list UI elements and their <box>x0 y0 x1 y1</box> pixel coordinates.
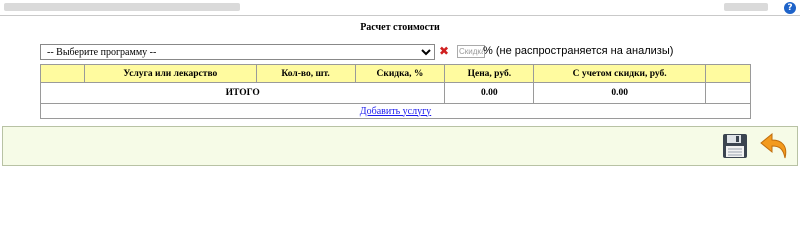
total-row: ИТОГО 0.00 0.00 <box>39 82 751 104</box>
remove-icon[interactable]: ✖ <box>439 44 449 58</box>
services-table: Услуга или лекарство Кол-во, шт. Скидка,… <box>39 64 751 119</box>
header-service: Услуга или лекарство <box>83 64 257 83</box>
total-label: ИТОГО <box>39 82 446 104</box>
header-quantity: Кол-во, шт. <box>255 64 356 83</box>
add-row: Добавить услугу <box>40 103 751 119</box>
action-bar <box>2 126 798 166</box>
discount-input[interactable] <box>457 45 485 58</box>
blurred-text <box>724 3 768 11</box>
header-cell <box>705 64 751 83</box>
blurred-text <box>4 3 240 11</box>
total-discounted: 0.00 <box>533 82 707 104</box>
top-bar: ? <box>0 0 800 16</box>
empty-cell <box>705 82 751 104</box>
header-discounted-price: С учетом скидки, руб. <box>533 64 707 83</box>
floppy-disk-icon[interactable] <box>722 133 748 159</box>
program-select[interactable]: -- Выберите программу -- <box>40 44 435 60</box>
add-service-link[interactable]: Добавить услугу <box>360 106 431 117</box>
discount-note: % (не распространяется на анализы) <box>483 45 674 57</box>
add-cell: Добавить услугу <box>40 103 751 119</box>
header-price: Цена, руб. <box>444 64 535 83</box>
page-title: Расчет стоимости <box>360 22 440 33</box>
total-price: 0.00 <box>444 82 535 104</box>
header-cell <box>40 64 85 83</box>
table-header-row: Услуга или лекарство Кол-во, шт. Скидка,… <box>40 64 751 83</box>
return-arrow-icon[interactable] <box>760 133 790 159</box>
help-icon[interactable]: ? <box>784 2 796 14</box>
header-discount: Скидка, % <box>354 64 446 83</box>
